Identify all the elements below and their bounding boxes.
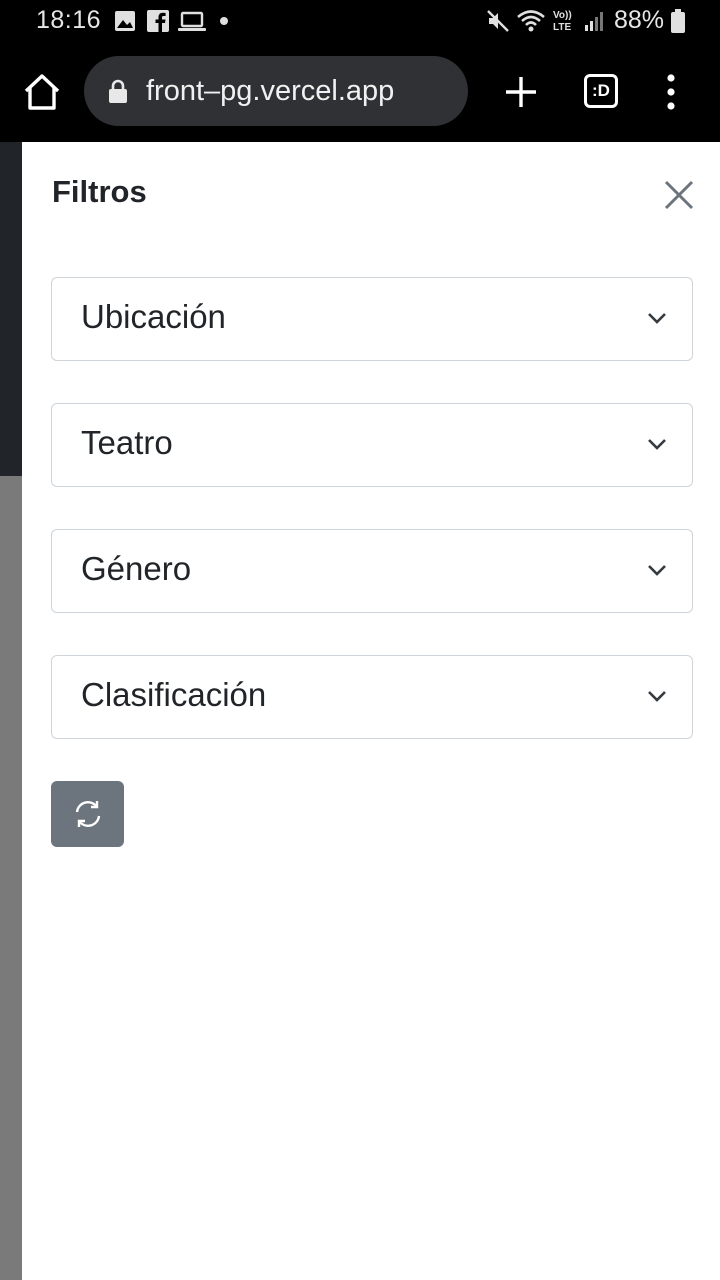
battery-percent: 88% xyxy=(614,6,665,34)
theater-select-label: Teatro xyxy=(81,424,173,461)
address-bar[interactable]: front–pg.vercel.app xyxy=(84,56,468,126)
location-select[interactable]: Ubicación xyxy=(51,277,693,361)
signal-icon xyxy=(585,12,603,31)
panel-title: Filtros xyxy=(52,174,147,209)
lock-icon xyxy=(109,79,127,103)
location-select-label: Ubicación xyxy=(81,298,226,335)
chevron-down-icon xyxy=(648,313,666,324)
more-menu-icon[interactable] xyxy=(662,72,680,112)
close-icon[interactable] xyxy=(662,178,696,212)
laptop-icon xyxy=(178,11,206,31)
browser-toolbar: front–pg.vercel.app :D xyxy=(0,42,720,142)
reset-filters-button[interactable] xyxy=(51,781,124,847)
tab-count: :D xyxy=(592,81,610,100)
status-bar: 18:16 Vo)) LTE 88% xyxy=(0,0,720,42)
chevron-down-icon xyxy=(648,691,666,702)
chevron-down-icon xyxy=(648,439,666,450)
page-backdrop-overlay xyxy=(0,476,22,1280)
refresh-icon xyxy=(75,801,101,827)
svg-text:Vo)): Vo)) xyxy=(553,10,572,21)
home-icon[interactable] xyxy=(20,70,64,114)
svg-text:LTE: LTE xyxy=(553,22,571,33)
rating-select-label: Clasificación xyxy=(81,676,267,713)
theater-select[interactable]: Teatro xyxy=(51,403,693,487)
genre-select-label: Género xyxy=(81,550,192,587)
filters-panel: Filtros Ubicación Teatro Género Clasific… xyxy=(22,142,720,1280)
mute-icon xyxy=(487,10,509,32)
chevron-down-icon xyxy=(648,565,666,576)
facebook-icon xyxy=(147,10,169,32)
rating-select[interactable]: Clasificación xyxy=(51,655,693,739)
dot-icon xyxy=(220,17,228,25)
gallery-icon xyxy=(115,11,135,31)
url-text: front–pg.vercel.app xyxy=(146,75,395,107)
wifi-icon xyxy=(517,10,545,32)
battery-icon xyxy=(671,9,685,33)
tab-switcher-button[interactable]: :D xyxy=(584,74,618,108)
status-time: 18:16 xyxy=(36,6,102,34)
volte-icon: Vo)) LTE xyxy=(553,10,572,33)
genre-select[interactable]: Género xyxy=(51,529,693,613)
page-backdrop-dark xyxy=(0,142,22,476)
new-tab-icon[interactable] xyxy=(503,74,539,110)
